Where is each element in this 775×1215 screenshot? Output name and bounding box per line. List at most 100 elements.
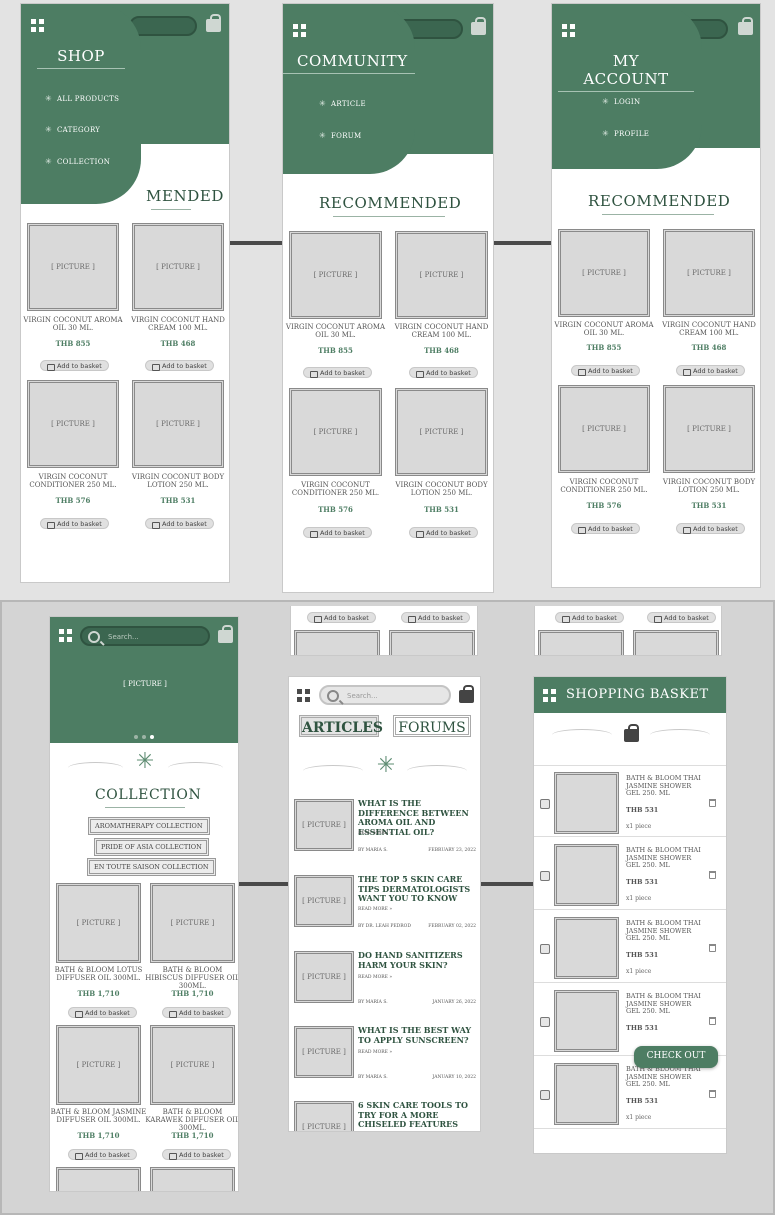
basket-screen: SHOPPING BASKET BATH & BLOOM THAI JASMIN…	[533, 676, 727, 1154]
select-checkbox[interactable]	[540, 1017, 550, 1027]
menu-grid-icon[interactable]	[543, 689, 556, 702]
trash-icon[interactable]	[709, 944, 716, 952]
menu-grid-icon[interactable]	[293, 24, 306, 37]
add-to-basket-button[interactable]: Add to basket	[307, 612, 376, 623]
menu-item-forum[interactable]: ✳ FORUM	[319, 131, 361, 140]
add-to-basket-button[interactable]: Add to basket	[162, 1007, 231, 1018]
collection-tag[interactable]: EN TOUTE SAISON COLLECTION	[87, 858, 216, 876]
article-date: FEBRUARY 02, 2022	[428, 924, 476, 929]
article-item[interactable]: [ PICTURE ] WHAT IS THE DIFFERENCE BETWE…	[294, 798, 480, 861]
add-to-basket-button[interactable]: Add to basket	[162, 1149, 231, 1160]
article-item[interactable]: [ PICTURE ] WHAT IS THE BEST WAY TO APPL…	[294, 1025, 480, 1088]
add-to-basket-button[interactable]: Add to basket	[571, 365, 640, 376]
search-input[interactable]	[129, 16, 197, 36]
read-more-link[interactable]: READ MORE »	[358, 975, 392, 980]
product-name: VIRGIN COCONUT HAND CREAM 100 ML.	[394, 323, 489, 339]
menu-grid-icon[interactable]	[59, 629, 72, 642]
search-input[interactable]: Search...	[319, 685, 451, 705]
select-checkbox[interactable]	[540, 799, 550, 809]
menu-grid-icon[interactable]	[31, 19, 44, 32]
basket-item[interactable]: BATH & BLOOM THAI JASMINE SHOWER GEL 250…	[534, 765, 726, 837]
add-to-basket-button[interactable]: Add to basket	[555, 612, 624, 623]
add-to-basket-button[interactable]: Add to basket	[40, 360, 109, 371]
basket-icon	[624, 724, 639, 742]
tab-forums[interactable]: FORUMS	[393, 715, 471, 737]
checkout-button[interactable]: CHECK OUT	[634, 1046, 718, 1068]
product-price: THB 531	[424, 505, 459, 514]
select-checkbox[interactable]	[540, 871, 550, 881]
basket-item[interactable]: BATH & BLOOM THAI JASMINE SHOWER GEL 250…	[534, 838, 726, 910]
account-menu-panel: MY ACCOUNT ✳ LOGIN ✳ PROFILE	[552, 4, 702, 169]
item-price: THB 531	[626, 1024, 659, 1032]
article-picture: [ PICTURE ]	[294, 799, 354, 851]
trash-icon[interactable]	[709, 1090, 716, 1098]
menu-item-login[interactable]: ✳ LOGIN	[602, 97, 640, 106]
add-to-basket-button[interactable]: Add to basket	[409, 367, 478, 378]
add-to-basket-button[interactable]: Add to basket	[676, 523, 745, 534]
shop-menu-screen: SHOP ✳ ALL PRODUCTS ✳ CATEGORY ✳ COLLECTION…	[20, 3, 230, 583]
menu-title: SHOP	[37, 47, 125, 69]
product-picture: [ PICTURE ]	[132, 380, 224, 468]
asterisk-icon: ✳	[45, 157, 53, 166]
trash-icon[interactable]	[709, 1017, 716, 1025]
menu-grid-icon[interactable]	[562, 24, 575, 37]
select-checkbox[interactable]	[540, 944, 550, 954]
read-more-link[interactable]: READ MORE »	[358, 907, 392, 912]
collection-tag[interactable]: PRIDE OF ASIA COLLECTION	[94, 838, 209, 856]
add-to-basket-button[interactable]: Add to basket	[676, 365, 745, 376]
product-price: THB 855	[586, 343, 622, 352]
read-more-link[interactable]: READ MORE »	[358, 1050, 392, 1055]
asterisk-icon: ✳	[602, 97, 610, 106]
add-to-basket-button[interactable]: Add to basket	[68, 1007, 137, 1018]
add-to-basket-button[interactable]: Add to basket	[647, 612, 716, 623]
add-to-basket-button[interactable]: Add to basket	[401, 612, 470, 623]
menu-item-profile[interactable]: ✳ PROFILE	[602, 129, 649, 138]
article-title[interactable]: THE TOP 5 SKIN CARE TIPS DERMATOLOGISTS …	[358, 874, 480, 904]
product-price: THB 576	[318, 505, 353, 514]
tab-articles[interactable]: ARTICLES	[299, 715, 383, 737]
trash-icon[interactable]	[709, 871, 716, 879]
trash-icon[interactable]	[709, 799, 716, 807]
article-title[interactable]: DO HAND SANITIZERS HARM YOUR SKIN?	[358, 950, 480, 970]
article-title[interactable]: WHAT IS THE BEST WAY TO APPLY SUNSCREEN?	[358, 1025, 480, 1045]
add-to-basket-button[interactable]: Add to basket	[40, 518, 109, 529]
menu-item-category[interactable]: ✳ CATEGORY	[45, 125, 100, 134]
article-title[interactable]: 6 SKIN CARE TOOLS TO TRY FOR A MORE CHIS…	[358, 1100, 480, 1130]
menu-grid-icon[interactable]	[297, 689, 310, 702]
add-to-basket-button[interactable]: Add to basket	[68, 1149, 137, 1160]
add-to-basket-button[interactable]: Add to basket	[571, 523, 640, 534]
section-title: MENDED	[146, 187, 225, 210]
section-title: RECOMMENDED	[319, 194, 462, 217]
article-item[interactable]: [ PICTURE ] 6 SKIN CARE TOOLS TO TRY FOR…	[294, 1100, 480, 1131]
add-to-basket-button[interactable]: Add to basket	[409, 527, 478, 538]
article-author: BY MARIA S.	[358, 1075, 388, 1080]
product-price: THB 855	[318, 346, 353, 355]
product-name: BATH & BLOOM HIBISCUS DIFFUSER OIL 300ML…	[145, 966, 239, 990]
menu-item-collection[interactable]: ✳ COLLECTION	[45, 157, 110, 166]
read-more-link[interactable]: READ MORE »	[358, 831, 392, 836]
search-input[interactable]: Search...	[80, 626, 210, 646]
select-checkbox[interactable]	[540, 1090, 550, 1100]
add-to-basket-button[interactable]: Add to basket	[303, 367, 372, 378]
basket-icon[interactable]	[471, 17, 486, 35]
article-item[interactable]: [ PICTURE ] DO HAND SANITIZERS HARM YOUR…	[294, 950, 480, 1013]
basket-icon[interactable]	[738, 17, 753, 35]
add-to-basket-button[interactable]: Add to basket	[145, 518, 214, 529]
product-name: VIRGIN COCONUT BODY LOTION 250 ML.	[131, 473, 225, 489]
menu-item-article[interactable]: ✳ ARTICLE	[319, 99, 366, 108]
add-to-basket-button[interactable]: Add to basket	[145, 360, 214, 371]
product-price: THB 1,710	[77, 1131, 120, 1140]
basket-icon[interactable]	[206, 14, 221, 32]
search-placeholder: Search...	[108, 633, 139, 641]
menu-item-all-products[interactable]: ✳ ALL PRODUCTS	[45, 94, 119, 103]
basket-icon[interactable]	[459, 685, 474, 703]
article-picture: [ PICTURE ]	[294, 1026, 354, 1078]
collection-tag[interactable]: AROMATHERAPY COLLECTION	[88, 817, 210, 835]
carousel-dots[interactable]	[134, 735, 154, 739]
article-item[interactable]: [ PICTURE ] THE TOP 5 SKIN CARE TIPS DER…	[294, 874, 480, 937]
product-price: THB 855	[55, 339, 91, 348]
item-name: BATH & BLOOM THAI JASMINE SHOWER GEL 250…	[626, 774, 701, 797]
basket-icon[interactable]	[218, 625, 233, 643]
basket-item[interactable]: BATH & BLOOM THAI JASMINE SHOWER GEL 250…	[534, 911, 726, 983]
add-to-basket-button[interactable]: Add to basket	[303, 527, 372, 538]
